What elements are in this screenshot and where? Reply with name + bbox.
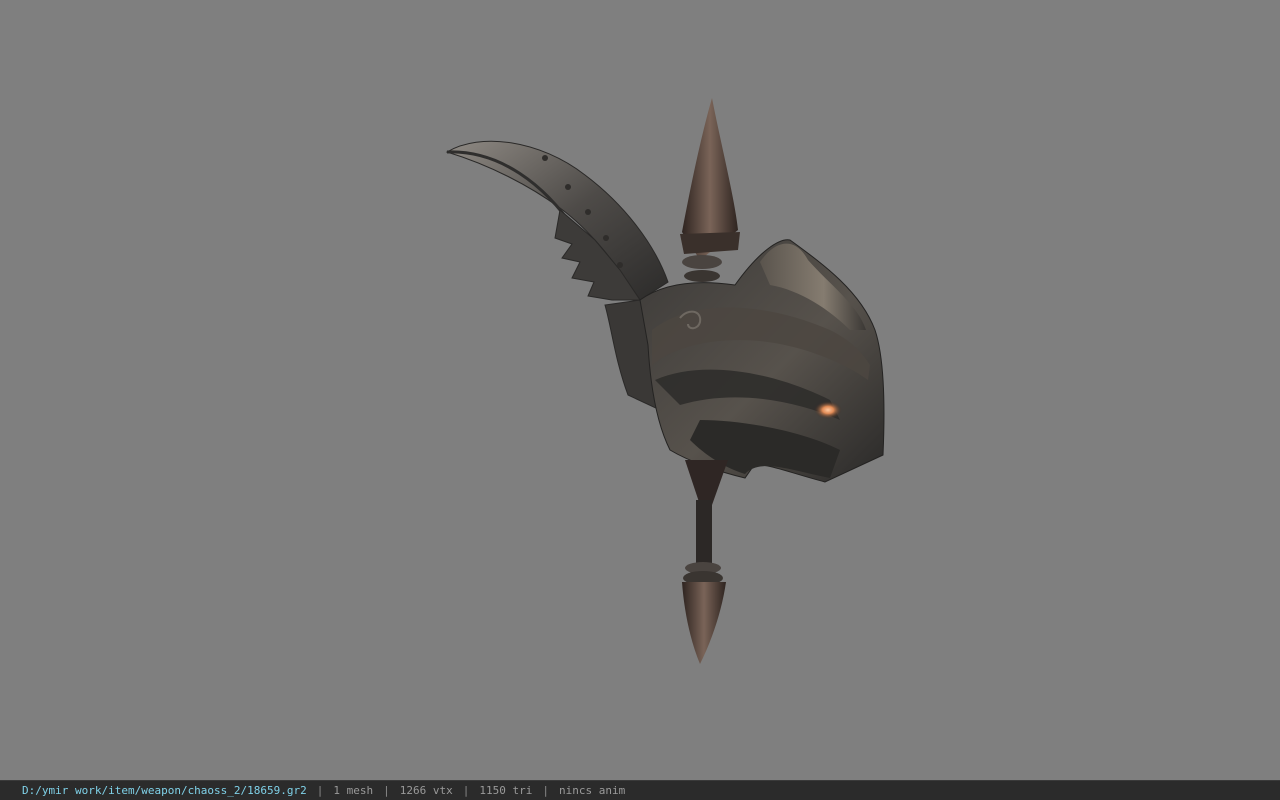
top-spike-collar xyxy=(680,232,740,254)
back-blade xyxy=(445,140,669,301)
rivet xyxy=(565,184,571,190)
mesh-count: 1 mesh xyxy=(333,784,374,797)
rivet xyxy=(585,209,591,215)
rivet xyxy=(542,155,548,161)
separator: | xyxy=(383,784,390,797)
top-collar-ring xyxy=(682,255,722,269)
anim-status: nincs anim xyxy=(559,784,626,797)
separator: | xyxy=(316,784,324,797)
glow-eye xyxy=(814,401,842,419)
triangle-count: 1150 tri xyxy=(479,784,533,797)
top-collar-ring xyxy=(684,270,720,282)
rivet xyxy=(617,262,623,268)
shaft-top xyxy=(685,460,728,505)
shaft xyxy=(696,500,712,568)
weapon-model[interactable] xyxy=(0,0,1280,780)
3d-viewport[interactable] xyxy=(0,0,1280,780)
separator: | xyxy=(462,784,470,797)
separator: | xyxy=(542,784,549,797)
vertex-count: 1266 vtx xyxy=(399,784,453,797)
file-path: D:/ymir work/item/weapon/chaoss_2/18659.… xyxy=(22,784,307,797)
status-bar: D:/ymir work/item/weapon/chaoss_2/18659.… xyxy=(0,780,1280,800)
rivet xyxy=(603,235,609,241)
bottom-spike xyxy=(682,582,726,664)
